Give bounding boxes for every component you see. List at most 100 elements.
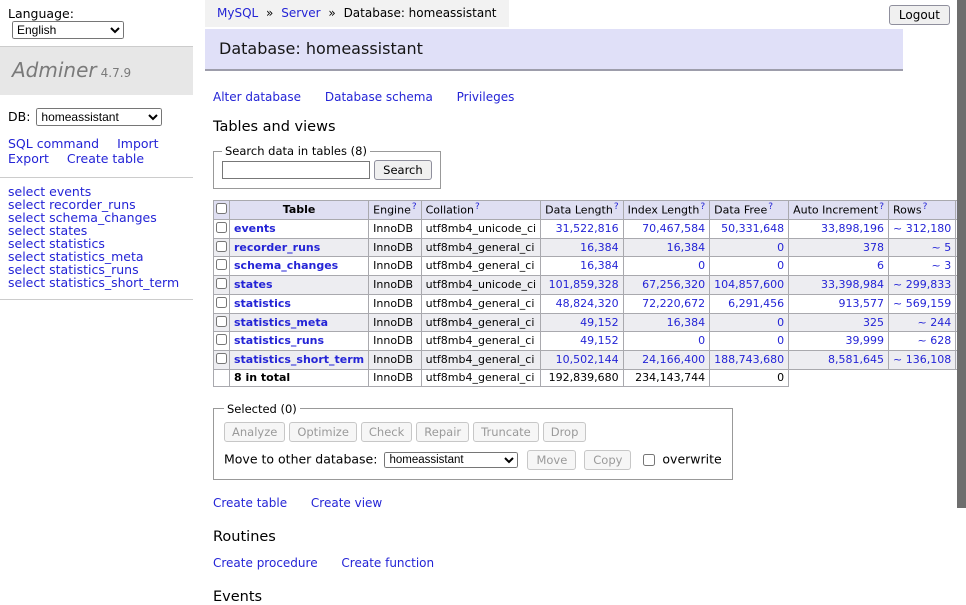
data-free-value[interactable]: 50,331,648 <box>721 222 784 235</box>
data-free-value[interactable]: 0 <box>777 241 784 254</box>
data-length-value[interactable]: 16,384 <box>580 259 619 272</box>
table-name-link[interactable]: statistics_short_term <box>234 353 364 366</box>
logout-button[interactable]: Logout <box>889 5 950 25</box>
drop-button[interactable]: Drop <box>543 422 587 442</box>
auto-increment-value[interactable]: 33,398,984 <box>821 278 884 291</box>
help-link[interactable]: ? <box>879 202 884 212</box>
breadcrumb-mysql[interactable]: MySQL <box>217 6 258 20</box>
check-button[interactable]: Check <box>361 422 412 442</box>
export-link[interactable]: Export <box>8 152 49 167</box>
search-input[interactable] <box>222 161 370 179</box>
create-table-link-sidebar[interactable]: Create table <box>67 152 144 167</box>
data-free-value[interactable]: 188,743,680 <box>714 353 784 366</box>
index-length-value[interactable]: 70,467,584 <box>642 222 705 235</box>
rows-value[interactable]: ~ 3 <box>931 259 951 272</box>
language-select[interactable]: English <box>12 21 124 39</box>
db-select[interactable]: homeassistant <box>36 108 162 126</box>
table-name-link[interactable]: states <box>234 278 273 291</box>
auto-increment-value[interactable]: 39,999 <box>846 334 885 347</box>
auto-increment-value[interactable]: 8,581,645 <box>828 353 884 366</box>
help-link[interactable]: ? <box>614 202 619 212</box>
table-name-link[interactable]: events <box>234 222 276 235</box>
import-link[interactable]: Import <box>117 137 159 152</box>
rows-value[interactable]: ~ 628 <box>917 334 951 347</box>
table-name-link[interactable]: recorder_runs <box>234 241 320 254</box>
rows-value[interactable]: ~ 244 <box>917 316 951 329</box>
index-length-value[interactable]: 24,166,400 <box>642 353 705 366</box>
move-db-select[interactable]: homeassistant <box>384 452 518 468</box>
alter-database-link[interactable]: Alter database <box>213 90 301 104</box>
index-length-value[interactable]: 0 <box>698 334 705 347</box>
optimize-button[interactable]: Optimize <box>289 422 357 442</box>
data-free-value[interactable]: 104,857,600 <box>714 278 784 291</box>
create-table-link[interactable]: Create table <box>213 496 287 510</box>
rows-value[interactable]: ~ 5 <box>931 241 951 254</box>
data-free-value[interactable]: 6,291,456 <box>728 297 784 310</box>
data-free-value[interactable]: 0 <box>777 334 784 347</box>
row-checkbox[interactable] <box>216 278 227 289</box>
collation-cell: utf8mb4_general_ci <box>421 257 540 276</box>
index-length-value[interactable]: 16,384 <box>667 316 706 329</box>
events-heading: Events <box>213 589 903 605</box>
auto-increment-value[interactable]: 6 <box>877 259 884 272</box>
scrollbar-thumb[interactable] <box>957 0 966 508</box>
row-checkbox[interactable] <box>216 353 227 364</box>
data-length-value[interactable]: 49,152 <box>580 334 619 347</box>
help-link[interactable]: ? <box>412 202 417 212</box>
select-link[interactable]: select <box>8 275 45 290</box>
selected-legend: Selected (0) <box>224 402 300 416</box>
data-length-value[interactable]: 31,522,816 <box>556 222 619 235</box>
rows-value[interactable]: ~ 136,108 <box>893 353 951 366</box>
overwrite-checkbox[interactable] <box>643 454 655 466</box>
data-free-value[interactable]: 0 <box>777 259 784 272</box>
search-button[interactable]: Search <box>374 160 432 180</box>
auto-increment-value[interactable]: 325 <box>863 316 884 329</box>
row-checkbox[interactable] <box>216 222 227 233</box>
table-name-link[interactable]: schema_changes <box>234 259 338 272</box>
rows-value[interactable]: ~ 312,180 <box>893 222 951 235</box>
create-procedure-link[interactable]: Create procedure <box>213 556 318 570</box>
row-checkbox[interactable] <box>216 297 227 308</box>
create-view-link[interactable]: Create view <box>311 496 382 510</box>
index-length-value[interactable]: 0 <box>698 259 705 272</box>
help-link[interactable]: ? <box>923 202 928 212</box>
table-name-link[interactable]: statistics <box>234 297 291 310</box>
row-checkbox[interactable] <box>216 334 227 345</box>
truncate-button[interactable]: Truncate <box>473 422 539 442</box>
row-checkbox[interactable] <box>216 259 227 270</box>
index-length-value[interactable]: 16,384 <box>667 241 706 254</box>
help-link[interactable]: ? <box>475 202 480 212</box>
help-link[interactable]: ? <box>768 202 773 212</box>
index-length-value[interactable]: 67,256,320 <box>642 278 705 291</box>
auto-increment-value[interactable]: 378 <box>863 241 884 254</box>
row-checkbox[interactable] <box>216 316 227 327</box>
data-length-value[interactable]: 16,384 <box>580 241 619 254</box>
table-name-link[interactable]: statistics_runs <box>234 334 324 347</box>
table-name-link[interactable]: statistics_meta <box>234 316 328 329</box>
index-length-value[interactable]: 72,220,672 <box>642 297 705 310</box>
table-link[interactable]: statistics_short_term <box>49 275 179 290</box>
sql-command-link[interactable]: SQL command <box>8 137 99 152</box>
data-length-value[interactable]: 49,152 <box>580 316 619 329</box>
scrollbar[interactable] <box>957 0 966 543</box>
data-length-value[interactable]: 101,859,328 <box>549 278 619 291</box>
help-link[interactable]: ? <box>700 202 705 212</box>
data-free-value[interactable]: 0 <box>777 316 784 329</box>
database-schema-link[interactable]: Database schema <box>325 90 433 104</box>
tables-heading: Tables and views <box>213 119 903 135</box>
row-checkbox[interactable] <box>216 241 227 252</box>
data-length-value[interactable]: 48,824,320 <box>556 297 619 310</box>
data-length-value[interactable]: 10,502,144 <box>556 353 619 366</box>
create-function-link[interactable]: Create function <box>341 556 434 570</box>
repair-button[interactable]: Repair <box>416 422 469 442</box>
analyze-button[interactable]: Analyze <box>224 422 285 442</box>
select-all-checkbox[interactable] <box>216 203 227 214</box>
auto-increment-value[interactable]: 33,898,196 <box>821 222 884 235</box>
move-button[interactable]: Move <box>527 450 576 470</box>
copy-button[interactable]: Copy <box>584 450 631 470</box>
auto-increment-value[interactable]: 913,577 <box>839 297 885 310</box>
breadcrumb-server[interactable]: Server <box>281 6 320 20</box>
rows-value[interactable]: ~ 569,159 <box>893 297 951 310</box>
rows-value[interactable]: ~ 299,833 <box>893 278 951 291</box>
privileges-link[interactable]: Privileges <box>457 90 515 104</box>
